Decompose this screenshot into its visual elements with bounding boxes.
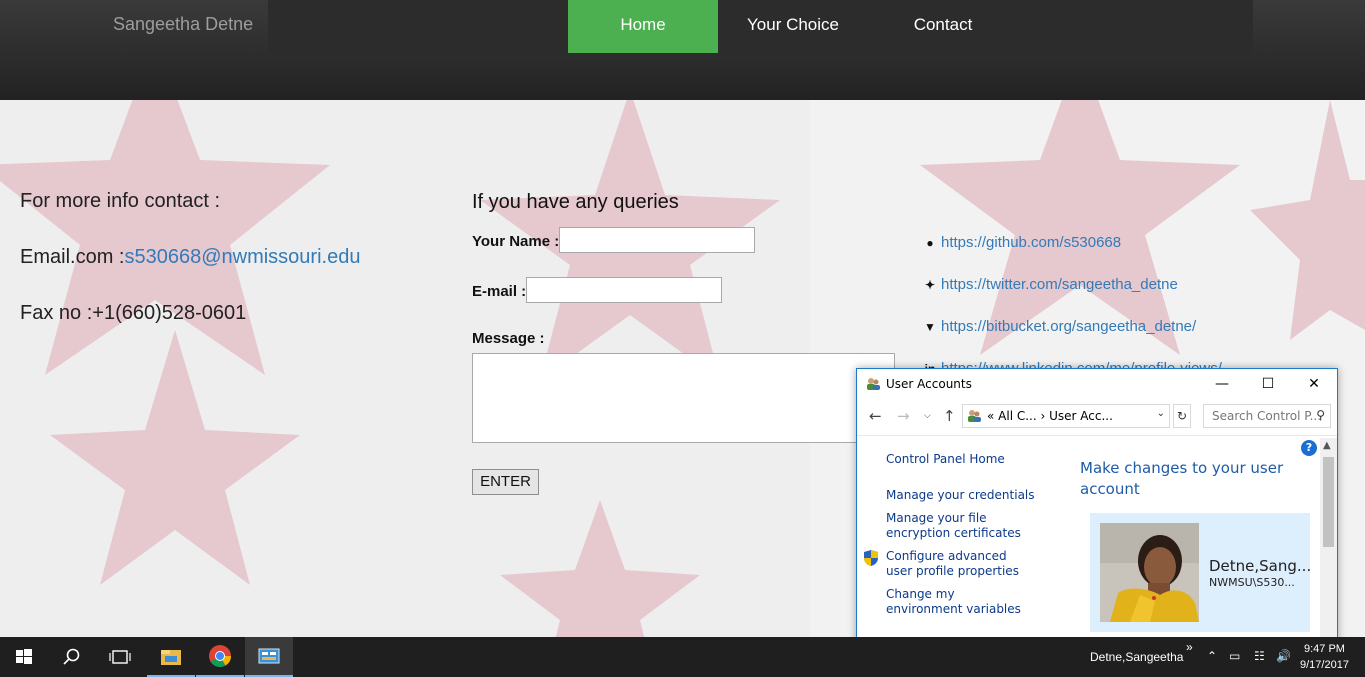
email-row: Email.com :s530668@nwmissouri.edu [20,246,360,269]
scroll-thumb[interactable] [1323,457,1334,547]
nav-your-choice[interactable]: Your Choice [718,0,868,53]
search-placeholder: Search Control P... [1212,409,1322,423]
start-icon [16,649,32,664]
form-heading: If you have any queries [472,191,679,213]
account-name: Detne,Sang... [1209,557,1312,575]
up-arrow-icon[interactable]: ↑ [943,407,956,425]
help-icon[interactable]: ? [1301,440,1317,456]
github-link[interactable]: ● https://github.com/s530668 [923,234,1121,251]
file-explorer-button[interactable] [147,637,195,677]
site-brand[interactable]: Sangeetha Detne [113,14,253,35]
search-button[interactable] [48,637,96,677]
twitter-icon: ✦ [924,278,936,292]
clock-time: 9:47 PM [1303,643,1345,655]
email-field-label: E-mail : [472,283,527,300]
wifi-icon[interactable]: ☷ [1254,649,1265,663]
manage-credentials-link[interactable]: Manage your credentials [886,488,1056,503]
bitbucket-link[interactable]: ▼ https://bitbucket.org/sangeetha_detne/ [923,318,1196,335]
avatar [1100,523,1199,622]
fax-label: Fax no : [20,302,93,324]
email-link[interactable]: s530668@nwmissouri.edu [124,246,360,268]
close-icon[interactable]: ✕ [1291,369,1337,399]
scroll-up-icon[interactable]: ▲ [1323,440,1331,451]
chevron-down-icon[interactable]: ⌄ [1157,408,1165,419]
name-label: Your Name : [472,233,560,250]
start-button[interactable] [0,637,48,677]
email-label: Email.com : [20,246,125,268]
search-icon [63,648,80,665]
twitter-link[interactable]: ✦ https://twitter.com/sangeetha_detne [923,276,1178,293]
system-clock[interactable]: 9:47 PM 9/17/2017 [1300,641,1349,673]
file-explorer-icon [161,650,181,665]
site-navbar: Sangeetha Detne Home Your Choice Contact [0,0,1365,100]
chrome-button[interactable] [196,637,244,677]
advanced-profile-link[interactable]: Configure advanced user profile properti… [886,549,1036,579]
github-url[interactable]: https://github.com/s530668 [941,234,1121,251]
refresh-icon[interactable]: ↻ [1173,404,1191,428]
control-panel-icon [258,648,280,664]
clock-date: 9/17/2017 [1300,659,1349,671]
uac-shield-icon [864,550,878,566]
chrome-icon [209,645,231,667]
control-panel-home-link[interactable]: Control Panel Home [886,452,1056,467]
show-hidden-icons[interactable]: ⌃ [1207,649,1217,663]
task-view-button[interactable] [96,637,144,677]
control-panel-button[interactable] [245,637,293,677]
task-view-icon [109,650,131,664]
nav-home[interactable]: Home [568,0,718,53]
volume-icon[interactable]: 🔊 [1276,649,1291,663]
vertical-scrollbar[interactable]: ▲ [1320,438,1337,660]
enter-button[interactable]: ENTER [472,469,539,495]
main-heading: Make changes to your user account [1080,459,1284,498]
tray-chevron-icon[interactable]: » [1186,640,1193,654]
search-icon: ⚲ [1316,408,1325,422]
window-title: User Accounts [886,377,972,391]
maximize-icon[interactable]: ☐ [1245,369,1291,399]
account-domain: NWMSU\S530... [1209,576,1295,589]
file-encryption-link[interactable]: Manage your file encryption certificates [886,511,1046,541]
battery-icon[interactable]: ▭ [1229,649,1240,663]
email-input[interactable] [526,277,722,303]
environment-variables-link[interactable]: Change my environment variables [886,587,1026,617]
forward-arrow-icon[interactable]: → [897,407,910,425]
window-titlebar[interactable]: User Accounts — ☐ ✕ [857,369,1337,399]
name-input[interactable] [559,227,755,253]
user-accounts-window: User Accounts — ☐ ✕ ← → ⌵ ↑ « All C... ›… [856,368,1338,661]
user-accounts-icon [968,410,981,422]
message-textarea[interactable] [472,353,895,443]
account-card[interactable]: Detne,Sang... NWMSU\S530... [1090,513,1312,632]
minimize-icon[interactable]: — [1199,369,1245,399]
github-icon: ● [926,236,934,250]
fax-row: Fax no :+1(660)528-0601 [20,302,246,325]
nav-contact[interactable]: Contact [868,0,1018,53]
contact-heading: For more info contact : [20,190,221,212]
message-label: Message : [472,330,545,347]
window-divider [857,435,1337,436]
bitbucket-url[interactable]: https://bitbucket.org/sangeetha_detne/ [941,318,1196,335]
address-bar[interactable]: « All C... › User Acc... ⌄ [962,404,1170,428]
windows-taskbar: Detne,Sangeetha » ⌃ ▭ ☷ 🔊 9:47 PM 9/17/2… [0,637,1365,677]
recent-chevron-icon[interactable]: ⌵ [924,411,931,421]
taskbar-user-name[interactable]: Detne,Sangeetha [1090,650,1183,664]
fax-value: +1(660)528-0601 [92,302,247,324]
address-row: ← → ⌵ ↑ « All C... › User Acc... ⌄ ↻ Sea… [857,402,1337,432]
user-accounts-icon [867,378,880,390]
twitter-url[interactable]: https://twitter.com/sangeetha_detne [941,276,1178,293]
back-arrow-icon[interactable]: ← [869,407,882,425]
breadcrumb[interactable]: « All C... › User Acc... [987,409,1113,423]
bitbucket-icon: ▼ [924,320,936,334]
search-input[interactable]: Search Control P... ⚲ [1203,404,1331,428]
